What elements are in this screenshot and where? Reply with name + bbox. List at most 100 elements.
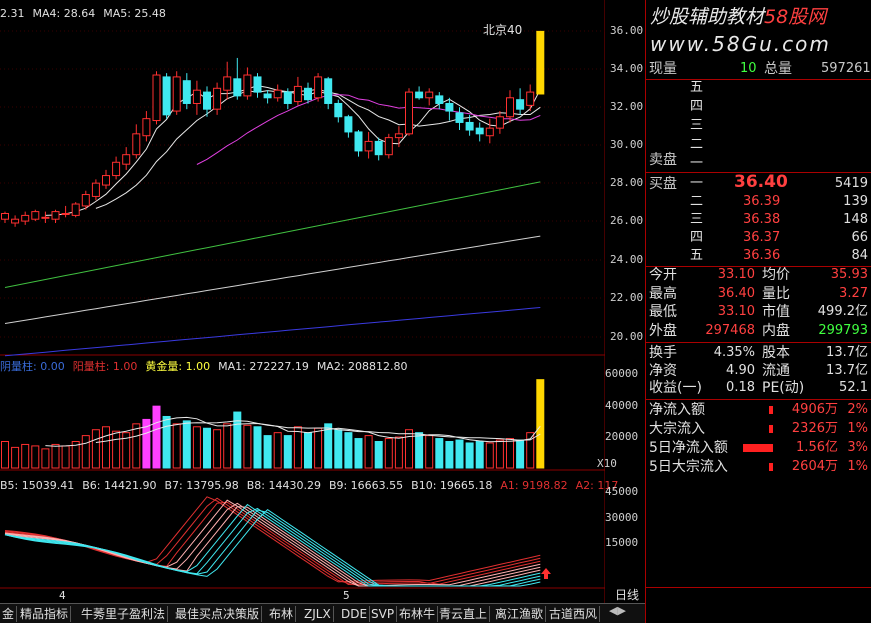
- candle-body: [203, 91, 211, 110]
- candle-body: [41, 216, 50, 219]
- indicator-tab[interactable]: SVP: [369, 606, 398, 622]
- candle-body: [445, 102, 454, 112]
- volume-bar: [273, 432, 282, 469]
- volume-bar: [132, 423, 141, 469]
- indicator-tab[interactable]: DDE: [339, 606, 371, 622]
- tab-scroll-arrows[interactable]: ◀▶: [609, 605, 626, 616]
- indicator-tab[interactable]: 精品指标: [18, 606, 72, 622]
- indicator-tab[interactable]: 离江渔歌: [493, 606, 547, 622]
- candle-body: [506, 97, 514, 118]
- stat-key: 最高: [649, 285, 677, 302]
- volume-bar: [283, 435, 292, 469]
- oscillator-legend-item: B8: 14430.29: [246, 479, 321, 492]
- volume-bar: [223, 423, 232, 469]
- indicator-tab[interactable]: 青云直上: [437, 606, 491, 622]
- candle-body: [71, 203, 80, 216]
- candle-body: [233, 78, 242, 97]
- candle-body: [263, 93, 272, 99]
- candle-body: [293, 85, 302, 103]
- volume-bar: [384, 438, 393, 469]
- volume-bar: [435, 438, 444, 469]
- buy-level-label: 二: [690, 194, 704, 209]
- buy-level-label: 三: [690, 212, 704, 227]
- candle-body: [526, 91, 535, 106]
- buy-level-price[interactable]: 36.39: [743, 195, 780, 208]
- candle-body: [536, 30, 545, 95]
- candle-body: [384, 137, 393, 156]
- stat-key: 收益(一): [649, 380, 702, 396]
- buy-level-price[interactable]: 36.37: [743, 231, 780, 244]
- stat-key: 量比: [762, 285, 790, 302]
- price-tick-label: 28.00: [610, 176, 644, 189]
- indicator-tab[interactable]: ZJLX: [302, 606, 334, 622]
- stat-value: 36.40: [717, 285, 755, 301]
- buy-level-label: 四: [690, 230, 704, 245]
- flow-value: 2604万: [791, 459, 838, 474]
- oscillator-tick-label: 30000: [605, 511, 639, 524]
- stat-key: 股本: [762, 345, 790, 361]
- volume-bar: [243, 424, 252, 469]
- candle-body: [112, 161, 121, 177]
- ma-short-line: [45, 85, 541, 216]
- candle-body: [516, 99, 525, 110]
- buy-level-price[interactable]: 36.36: [743, 249, 780, 262]
- volume-bar: [374, 441, 383, 469]
- price-tick-label: 22.00: [610, 291, 644, 304]
- oscillator-line: [4, 496, 541, 583]
- candle-body: [51, 211, 60, 220]
- indicator-tab[interactable]: 最佳买点决策版: [173, 606, 263, 622]
- volume-legend-item: 黄金量: 1.00: [145, 360, 211, 373]
- flow-percent: 1%: [847, 421, 868, 436]
- volume-legend-item: MA2: 208812.80: [316, 360, 408, 373]
- indicator-tab[interactable]: 布林: [267, 606, 297, 622]
- volume-bar: [465, 442, 474, 469]
- candle-body: [31, 211, 40, 220]
- volume-bar: [536, 379, 545, 469]
- candle-body: [102, 175, 110, 186]
- candle-body: [374, 140, 383, 156]
- volume-bar: [162, 415, 171, 469]
- indicator-tab[interactable]: 古道西风: [547, 606, 601, 622]
- buy-signal-arrow-icon: [541, 568, 551, 579]
- oscillator-legend: B5: 15039.41 B6: 14421.90 B7: 13795.98 B8: …: [0, 476, 626, 492]
- buy-level-price[interactable]: 36.38: [743, 213, 780, 226]
- candle-body: [283, 91, 292, 104]
- flow-bar: [769, 425, 773, 433]
- oscillator-line: [4, 501, 541, 586]
- stat-value: 4.35%: [713, 345, 755, 360]
- divider: [646, 587, 871, 588]
- volume-bar: [293, 426, 302, 469]
- kline-chart-svg[interactable]: [0, 0, 605, 603]
- month-label-5: 5: [343, 589, 350, 602]
- candle-body: [152, 74, 161, 122]
- volume-bar: [354, 438, 363, 469]
- buy-level-price[interactable]: 36.40: [734, 174, 788, 191]
- indicator-tab[interactable]: 金: [0, 606, 18, 622]
- candle-body: [182, 80, 191, 104]
- volume-bar: [253, 426, 262, 469]
- candle-body: [495, 116, 504, 129]
- volume-row: 现量 10 总量 597261: [646, 59, 871, 78]
- volume-bar: [425, 435, 434, 469]
- indicator-tab[interactable]: 牛莠里子盈利法: [79, 606, 169, 622]
- buy-level-volume: 84: [851, 248, 868, 263]
- flow-bar: [769, 406, 773, 414]
- candle-body: [475, 127, 484, 135]
- indicator-tab[interactable]: 布林牛: [397, 606, 439, 622]
- volume-legend-item: MA1: 272227.19: [218, 360, 309, 373]
- flow-label: 5日净流入额: [649, 440, 728, 456]
- kline-chart-area[interactable]: [0, 0, 605, 603]
- candle-body: [435, 95, 444, 104]
- oscillator-tick-label: 45000: [605, 485, 639, 498]
- volume-tick-label: 60000: [605, 367, 639, 380]
- oscillator-line: [4, 497, 541, 584]
- period-label[interactable]: 日线: [609, 589, 645, 601]
- ma-legend-item: 2.31: [0, 7, 25, 20]
- stat-key: 换手: [649, 345, 677, 361]
- volume-legend-item: 阳量柱: 1.00: [72, 360, 138, 373]
- top-note: 北京40: [483, 23, 523, 37]
- price-tick-label: 34.00: [610, 62, 644, 75]
- divider: [646, 79, 871, 80]
- volume-bar: [364, 435, 373, 469]
- xianliang-label: 现量: [649, 61, 677, 77]
